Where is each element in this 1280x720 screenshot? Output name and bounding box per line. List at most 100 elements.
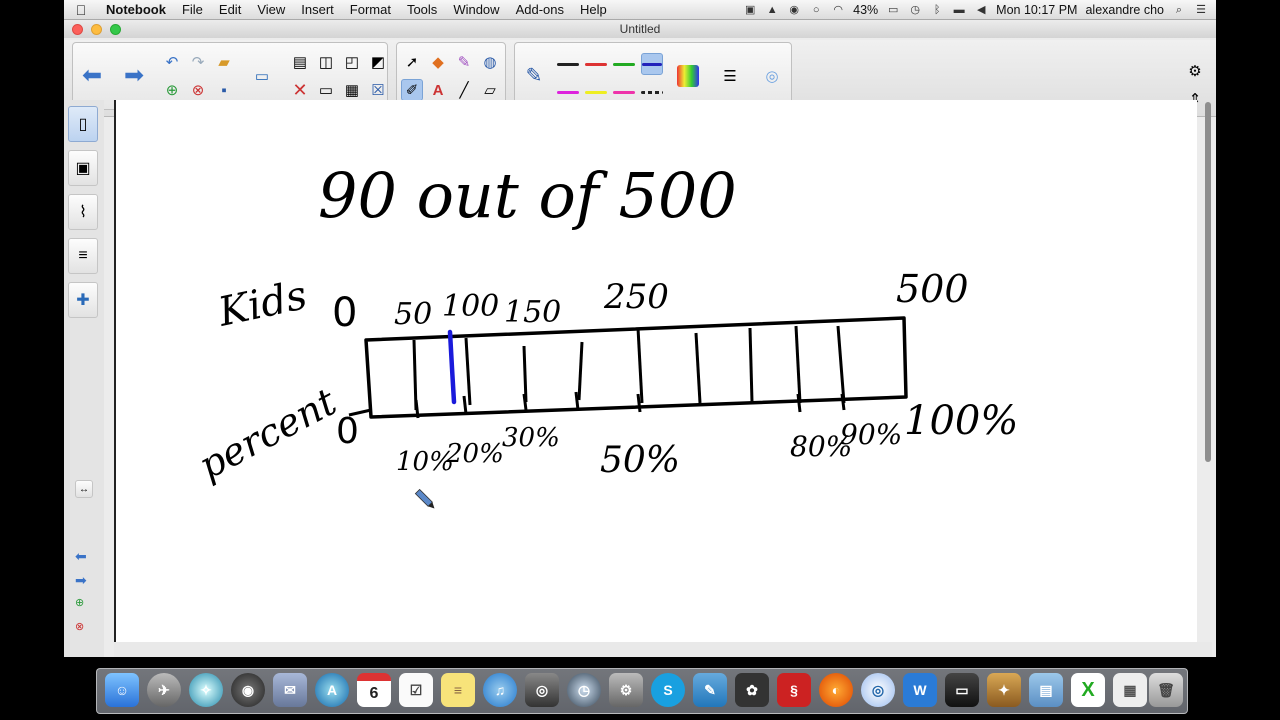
pen-style-black[interactable] [557,53,579,75]
table-icon[interactable]: ▦ [341,79,363,101]
pen-style-red[interactable] [585,53,607,75]
menu-add-ons[interactable]: Add-ons [508,2,572,17]
gallery-tab-icon[interactable]: ▣ [68,150,98,186]
line-width-icon[interactable]: ☰ [719,65,741,87]
safari-icon[interactable]: ✧ [189,673,223,707]
screen-shade-icon[interactable]: ◩ [367,51,389,73]
delete-page-icon[interactable]: ⊗ [187,79,209,101]
color-palette-icon[interactable] [677,65,699,87]
screen-icon[interactable]: ▣ [743,4,757,16]
menu-insert[interactable]: Insert [293,2,342,17]
battery-icon[interactable]: ▭ [886,4,900,16]
wifi-icon[interactable]: ◠ [831,4,845,16]
menu-window[interactable]: Window [445,2,507,17]
pen-style-blue[interactable] [641,53,663,75]
clock[interactable]: Mon 10:17 PM [996,3,1077,17]
screen-capture-icon[interactable]: ◫ [315,51,337,73]
battery-percent[interactable]: 43% [853,3,878,17]
downloads-folder-icon[interactable]: ▤ [1029,673,1063,707]
text-icon[interactable]: A [427,79,449,101]
time-machine-icon[interactable]: ◷ [567,673,601,707]
circle-icon[interactable]: ○ [809,4,823,16]
menu-file[interactable]: File [174,2,211,17]
add-page-icon[interactable]: ⊕ [161,79,183,101]
finder-icon[interactable]: ☺ [105,673,139,707]
line-icon[interactable]: ╱ [453,79,475,101]
paste-icon[interactable]: ▤ [289,51,311,73]
side-next-page-icon[interactable]: ➡ [75,572,87,589]
menu-edit[interactable]: Edit [211,2,249,17]
side-delete-page-icon[interactable]: ⊗ [75,620,84,633]
spotlight-icon[interactable]: ⌕ [1172,4,1186,16]
pen-tool-icon[interactable]: ✎ [523,65,545,87]
notebook-app-icon[interactable]: ✎ [693,673,727,707]
menu-tools[interactable]: Tools [399,2,445,17]
excel-icon[interactable]: X [1071,673,1105,707]
app-store-icon[interactable]: A [315,673,349,707]
menu-help[interactable]: Help [572,2,615,17]
menu-view[interactable]: View [249,2,293,17]
undo-icon[interactable]: ↶ [161,51,183,73]
page-sorter-tab-icon[interactable]: ▯ [68,106,98,142]
next-page-arrow-icon[interactable]: ➡ [123,64,145,88]
apple-menu-icon[interactable]:  [64,2,98,18]
user-name[interactable]: alexandre cho [1085,3,1164,17]
itunes-icon[interactable]: ♫ [483,673,517,707]
menu-format[interactable]: Format [342,2,399,17]
skype-icon[interactable]: S [651,673,685,707]
calendar-icon[interactable]: 6 [357,673,391,707]
add-ons-tab-icon[interactable]: ✚ [68,282,98,318]
notification-list-icon[interactable]: ☰ [1194,4,1208,16]
time-machine-icon[interactable]: ◷ [908,4,922,16]
full-screen-icon[interactable]: ▭ [315,79,337,101]
whiteboard-canvas[interactable]: 90 out of 500 Kids percent 0 0 50 100 15… [114,100,1197,642]
launchpad-icon[interactable]: ✈ [147,673,181,707]
bluetooth-icon[interactable]: ᛒ [930,4,944,16]
reminders-icon[interactable]: ☑ [399,673,433,707]
photo-booth-icon[interactable]: ◎ [525,673,559,707]
display-screen-icon[interactable]: ▭ [251,65,273,87]
disc-burner-icon[interactable]: ◎ [861,673,895,707]
mail-icon[interactable]: ✉ [273,673,307,707]
magic-pen-icon[interactable]: ✎ [453,51,475,73]
maximize-window-button[interactable] [110,24,121,35]
close-shade-icon[interactable]: ☒ [367,79,389,101]
firefox-icon[interactable]: ◐ [819,673,853,707]
menu-notebook[interactable]: Notebook [98,2,174,17]
notes-icon[interactable]: ≡ [441,673,475,707]
volume-icon[interactable]: ◀ [974,4,988,16]
dashboard-icon[interactable]: ◉ [231,673,265,707]
minimize-window-button[interactable] [91,24,102,35]
word-icon[interactable]: W [903,673,937,707]
fill-icon[interactable]: ◍ [479,51,501,73]
delete-icon[interactable]: ✕ [289,79,311,101]
eraser-icon[interactable]: ▱ [479,79,501,101]
side-add-page-icon[interactable]: ⊕ [75,596,84,609]
sync-icon[interactable]: ◉ [787,4,801,16]
select-arrow-icon[interactable]: ➚ [401,51,423,73]
pen-style-green[interactable] [613,53,635,75]
pens-icon[interactable]: ✐ [401,79,423,101]
side-previous-page-icon[interactable]: ⬅ [75,548,87,565]
display-app-icon[interactable]: ▭ [945,673,979,707]
close-window-button[interactable] [72,24,83,35]
previous-page-arrow-icon[interactable]: ⬅ [81,64,103,88]
sbx-app-icon[interactable]: § [777,673,811,707]
system-preferences-icon[interactable]: ⚙ [609,673,643,707]
flag-icon[interactable]: ▬ [952,4,966,16]
color-picker-icon[interactable]: ✿ [735,673,769,707]
auto-hide-icon[interactable]: ↔ [75,480,93,498]
properties-tab-icon[interactable]: ≡ [68,238,98,274]
documents-stack-icon[interactable]: ▦ [1113,673,1147,707]
document-camera-icon[interactable]: ◰ [341,51,363,73]
save-icon[interactable]: ▪ [213,79,235,101]
vertical-scrollbar[interactable] [1204,102,1212,640]
utilities-folder-icon[interactable]: ✦ [987,673,1021,707]
transparency-icon[interactable]: ◎ [761,65,783,87]
trash-icon[interactable]: 🗑 [1149,673,1183,707]
scrollbar-thumb[interactable] [1205,102,1211,462]
settings-gear-icon[interactable]: ⚙ [1184,60,1206,82]
drive-icon[interactable]: ▲ [765,4,779,16]
redo-icon[interactable]: ↷ [187,51,209,73]
open-file-icon[interactable]: ▰ [213,51,235,73]
